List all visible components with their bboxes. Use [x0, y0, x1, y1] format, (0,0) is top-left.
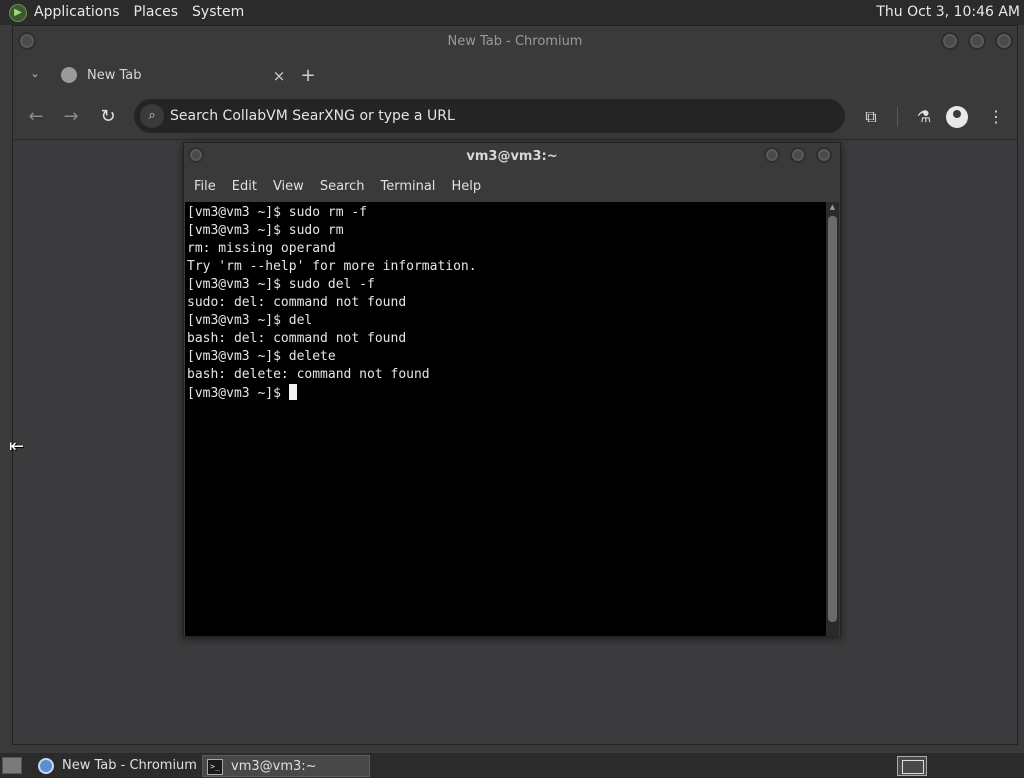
tab-search-chevron-icon[interactable]: ⌄: [27, 66, 43, 82]
terminal-line: [vm3@vm3 ~]$ delete: [187, 349, 336, 364]
scroll-up-arrow-icon[interactable]: ▲: [826, 203, 839, 211]
applications-logo-icon[interactable]: ▶: [9, 3, 27, 22]
taskbar-terminal[interactable]: >_ vm3@vm3:~: [202, 755, 370, 777]
close-button[interactable]: [995, 32, 1013, 50]
terminal-output[interactable]: [vm3@vm3 ~]$ sudo rm -f [vm3@vm3 ~]$ sud…: [185, 202, 827, 636]
globe-icon: [61, 67, 77, 83]
tab-close-icon[interactable]: ×: [269, 60, 289, 92]
show-desktop-icon[interactable]: [2, 757, 22, 774]
taskbar-chromium[interactable]: New Tab - Chromium: [34, 755, 198, 777]
terminal-prompt: [vm3@vm3 ~]$: [187, 386, 289, 401]
menu-view[interactable]: View: [265, 179, 312, 194]
workspace-switcher-icon[interactable]: [897, 756, 927, 776]
menu-edit[interactable]: Edit: [224, 179, 265, 194]
back-arrow-icon[interactable]: ←: [23, 104, 49, 130]
omnibox-placeholder: Search CollabVM SearXNG or type a URL: [170, 108, 455, 124]
terminal-line: rm: missing operand: [187, 241, 336, 256]
bottom-panel: New Tab - Chromium >_ vm3@vm3:~: [0, 753, 1024, 778]
terminal-line: [vm3@vm3 ~]$ sudo rm: [187, 223, 344, 238]
terminal-window: vm3@vm3:~ File Edit View Search Terminal…: [183, 142, 841, 637]
terminal-scrollbar[interactable]: ▲: [826, 202, 839, 636]
toolbar-separator: [897, 107, 898, 127]
terminal-minimize-button[interactable]: [764, 147, 780, 163]
profile-avatar-icon[interactable]: [946, 106, 968, 128]
scrollbar-thumb[interactable]: [828, 216, 837, 622]
new-tab-button[interactable]: +: [298, 60, 318, 92]
menu-file[interactable]: File: [186, 179, 224, 194]
browser-window-title: New Tab - Chromium: [447, 34, 583, 49]
browser-toolbar: ← → ↻ ⌕ Search CollabVM SearXNG or type …: [13, 94, 1017, 140]
terminal-line: Try 'rm --help' for more information.: [187, 259, 477, 274]
labs-flask-icon[interactable]: ⚗: [911, 104, 937, 130]
terminal-line: bash: delete: command not found: [187, 367, 430, 382]
extensions-puzzle-icon[interactable]: ⧉: [858, 104, 884, 130]
terminal-close-button[interactable]: [816, 147, 832, 163]
taskbar-label: vm3@vm3:~: [231, 759, 317, 774]
terminal-line: [vm3@vm3 ~]$ del: [187, 313, 313, 328]
minimize-button[interactable]: [941, 32, 959, 50]
search-icon: ⌕: [140, 104, 164, 128]
terminal-line: bash: del: command not found: [187, 331, 407, 346]
terminal-title: vm3@vm3:~: [466, 149, 558, 164]
reload-icon[interactable]: ↻: [95, 104, 121, 130]
omnibox[interactable]: ⌕ Search CollabVM SearXNG or type a URL: [134, 99, 845, 133]
chromium-icon: [38, 758, 54, 774]
terminal-titlebar[interactable]: vm3@vm3:~: [184, 143, 840, 171]
terminal-line: [vm3@vm3 ~]$ sudo rm -f: [187, 205, 368, 220]
terminal-line: sudo: del: command not found: [187, 295, 407, 310]
maximize-button[interactable]: [968, 32, 986, 50]
clock[interactable]: Thu Oct 3, 10:46 AM: [876, 0, 1020, 25]
menu-search[interactable]: Search: [312, 179, 373, 194]
mouse-pointer-icon: ⇤: [9, 436, 25, 457]
kebab-menu-icon[interactable]: ⋮: [983, 104, 1009, 130]
menu-terminal[interactable]: Terminal: [372, 179, 443, 194]
top-panel: ▶ Applications Places System Thu Oct 3, …: [0, 0, 1024, 25]
terminal-line: [vm3@vm3 ~]$ sudo del -f: [187, 277, 375, 292]
terminal-maximize-button[interactable]: [790, 147, 806, 163]
tab-title: New Tab: [87, 68, 142, 83]
forward-arrow-icon[interactable]: →: [58, 104, 84, 130]
menu-applications[interactable]: Applications: [27, 0, 127, 25]
menu-places[interactable]: Places: [127, 0, 186, 25]
terminal-prompt-line: [vm3@vm3 ~]$: [187, 384, 825, 403]
terminal-menubar: File Edit View Search Terminal Help: [184, 171, 840, 201]
tab-new-tab[interactable]: New Tab ×: [49, 60, 289, 92]
text-cursor: [288, 384, 297, 400]
tab-strip: ⌄ New Tab × +: [13, 58, 1017, 94]
browser-titlebar[interactable]: New Tab - Chromium: [13, 26, 1017, 58]
menu-help[interactable]: Help: [443, 179, 489, 194]
taskbar-label: New Tab - Chromium: [62, 758, 197, 773]
menu-system[interactable]: System: [185, 0, 251, 25]
terminal-icon: >_: [207, 759, 223, 775]
